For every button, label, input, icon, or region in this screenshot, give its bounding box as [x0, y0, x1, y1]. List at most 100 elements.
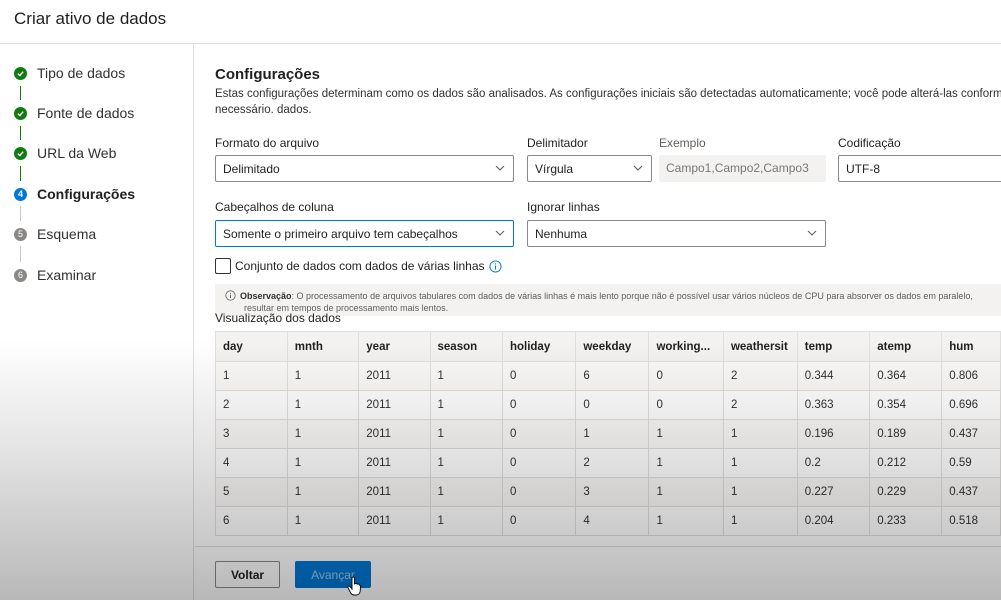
table-cell: 1	[648, 506, 724, 536]
step-connector	[20, 246, 21, 262]
step-schema[interactable]: 5 Esquema	[14, 224, 96, 244]
table-cell: 0	[501, 506, 577, 536]
settings-panel: Configurações Estas configurações determ…	[195, 44, 1001, 546]
table-cell: 0	[501, 361, 577, 391]
step-settings[interactable]: 4 Configurações	[14, 184, 135, 204]
skip-rows-dropdown[interactable]: Nenhuma	[527, 220, 826, 247]
table-cell: 1	[722, 506, 798, 536]
skip-rows-value: Nenhuma	[535, 227, 588, 241]
back-button[interactable]: Voltar	[215, 561, 280, 588]
column-header[interactable]: season	[429, 331, 503, 362]
table-cell: 1	[429, 390, 503, 420]
table-cell: 0	[575, 390, 650, 420]
table-row: 2 1 2011 1 0 0 0 2 0.363 0.354 0.696	[215, 390, 1001, 420]
table-cell: 0.344	[796, 361, 871, 391]
step-connector	[20, 86, 21, 100]
step-data-source[interactable]: Fonte de dados	[14, 103, 134, 123]
table-cell: 3	[215, 419, 288, 449]
column-header[interactable]: year	[358, 331, 431, 362]
section-title: Configurações	[215, 66, 321, 83]
table-cell: 0.354	[869, 390, 943, 420]
page-title: Criar ativo de dados	[14, 9, 167, 28]
table-cell: 1	[429, 477, 503, 507]
table-cell: 0.189	[869, 419, 943, 449]
table-row: 5 1 2011 1 0 3 1 1 0.227 0.229 0.437	[215, 477, 1001, 507]
table-cell: 1	[286, 361, 360, 391]
file-format-value: Delimitado	[223, 162, 280, 176]
example-label: Exemplo	[659, 136, 706, 150]
note-text-continued: resultar em tempos de processamento mais…	[244, 303, 449, 313]
chevron-down-icon	[495, 165, 505, 171]
table-cell: 1	[429, 448, 503, 478]
table-cell: 0.2	[796, 448, 871, 478]
file-format-dropdown[interactable]: Delimitado	[215, 155, 514, 182]
table-cell: 1	[429, 361, 503, 391]
step-data-type[interactable]: Tipo de dados	[14, 63, 125, 83]
table-cell: 2	[215, 390, 288, 420]
table-cell: 4	[215, 448, 288, 478]
table-cell: 0.518	[941, 506, 1001, 536]
delimiter-dropdown[interactable]: Vírgula	[527, 155, 652, 182]
column-headers-dropdown[interactable]: Somente o primeiro arquivo tem cabeçalho…	[215, 220, 514, 247]
table-cell: 1	[286, 390, 360, 420]
section-description: Estas configurações determinam como os d…	[215, 88, 1001, 116]
step-number-badge: 5	[14, 227, 27, 241]
table-cell: 2	[722, 361, 798, 391]
table-cell: 0.196	[796, 419, 871, 449]
column-header[interactable]: weekday	[575, 331, 650, 362]
note-bold: Observação	[240, 291, 292, 301]
skip-rows-label: Ignorar linhas	[527, 200, 600, 214]
step-label: Fonte de dados	[37, 105, 135, 121]
column-header[interactable]: mnth	[286, 331, 360, 362]
step-connector	[20, 126, 21, 140]
table-cell: 1	[648, 419, 724, 449]
column-header[interactable]: working...	[648, 331, 724, 362]
table-cell: 2011	[358, 361, 431, 391]
hand-cursor-icon	[347, 576, 361, 596]
table-cell: 2011	[358, 477, 431, 507]
column-headers-value: Somente o primeiro arquivo tem cabeçalho…	[223, 227, 458, 241]
table-cell: 0.363	[796, 390, 871, 420]
table-cell: 2	[722, 390, 798, 420]
table-cell: 0.437	[941, 477, 1001, 507]
step-number-badge: 6	[14, 268, 27, 282]
preview-title: Visualização dos dados	[215, 311, 341, 325]
table-cell: 2011	[358, 390, 431, 420]
checkmark-icon	[14, 146, 27, 160]
table-cell: 1	[286, 419, 360, 449]
checkmark-icon	[14, 66, 27, 80]
column-header[interactable]: atemp	[869, 331, 943, 362]
multiline-option: Conjunto de dados com dados de várias li…	[215, 258, 502, 274]
column-header[interactable]: temp	[796, 331, 871, 362]
table-cell: 2011	[358, 448, 431, 478]
delimiter-value: Vírgula	[535, 162, 574, 176]
column-header[interactable]: hum	[941, 331, 1001, 362]
step-connector	[20, 166, 21, 181]
table-cell: 0.806	[941, 361, 1001, 391]
table-cell: 6	[575, 361, 650, 391]
table-cell: 1	[648, 448, 724, 478]
column-header[interactable]: holiday	[501, 331, 577, 362]
table-cell: 0.227	[796, 477, 871, 507]
table-cell: 1	[286, 477, 360, 507]
note-text: : O processamento de arquivos tabulares …	[291, 291, 973, 301]
table-row: 6 1 2011 1 0 4 1 1 0.204 0.233 0.518	[215, 506, 1001, 536]
encoding-dropdown[interactable]: UTF-8	[838, 155, 1001, 182]
encoding-value: UTF-8	[846, 162, 880, 176]
chevron-down-icon	[633, 165, 643, 171]
step-web-url[interactable]: URL da Web	[14, 143, 116, 163]
column-header[interactable]: weathersit	[722, 331, 798, 362]
table-cell: 3	[575, 477, 650, 507]
step-review[interactable]: 6 Examinar	[14, 265, 96, 285]
multiline-checkbox[interactable]	[215, 258, 231, 274]
table-cell: 0.696	[941, 390, 1001, 420]
table-cell: 1	[722, 448, 798, 478]
column-header[interactable]: day	[215, 331, 288, 362]
wizard-footer: Voltar Avançar	[195, 546, 1001, 600]
encoding-label: Codificação	[838, 136, 901, 150]
table-cell: 1	[722, 419, 798, 449]
table-cell: 0.437	[941, 419, 1001, 449]
table-cell: 0	[501, 419, 577, 449]
info-icon[interactable]	[488, 259, 502, 273]
table-cell: 2011	[358, 419, 431, 449]
